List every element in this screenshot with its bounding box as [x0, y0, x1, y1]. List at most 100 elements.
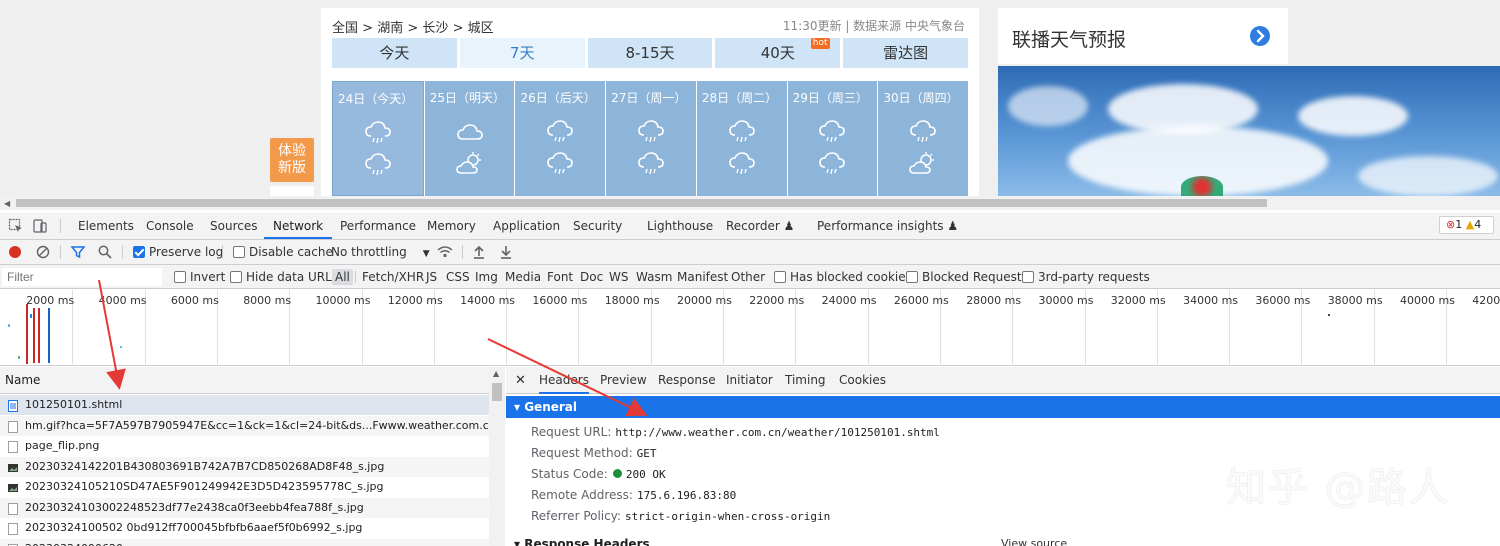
checkbox-unchecked[interactable]: [774, 271, 786, 283]
filter-type-ws[interactable]: WS: [609, 269, 628, 285]
filter-input[interactable]: [2, 268, 162, 286]
breadcrumb-separator: >: [452, 21, 464, 36]
request-row[interactable]: 20230324142201B430803691B742A7B7CD850268…: [0, 456, 489, 477]
tab-network[interactable]: Network: [264, 213, 333, 239]
forecast-day-7[interactable]: 30日（周四）: [878, 81, 969, 196]
checkbox-unchecked[interactable]: [1022, 271, 1034, 283]
third-party-requests-checkbox[interactable]: 3rd-party requests: [1022, 269, 1150, 285]
tab-application[interactable]: Application: [493, 213, 560, 239]
network-overview-timeline[interactable]: 2000 ms 4000 ms 6000 ms 8000 ms 10000 ms 1200…: [0, 290, 1500, 366]
throttling-select[interactable]: No throttling ▼: [331, 244, 430, 262]
breadcrumb-item-changsha[interactable]: 长沙: [422, 21, 448, 36]
search-icon[interactable]: [97, 244, 113, 263]
clear-icon[interactable]: [36, 245, 50, 262]
tab-today[interactable]: 今天: [332, 38, 457, 68]
name-column-header[interactable]: Name: [0, 367, 489, 394]
request-row[interactable]: 20230324090620: [0, 538, 489, 546]
request-row[interactable]: 20230324103002248523df77e2438ca0f3eebb4f…: [0, 497, 489, 518]
tab-performance[interactable]: Performance: [340, 213, 416, 239]
breadcrumb-item-national[interactable]: 全国: [332, 21, 358, 36]
forecast-day-5[interactable]: 28日（周二）: [696, 81, 787, 196]
blocked-requests-checkbox[interactable]: Blocked Requests: [906, 269, 1028, 285]
has-blocked-cookies-checkbox[interactable]: Has blocked cookies: [774, 269, 912, 285]
filter-type-css[interactable]: CSS: [446, 269, 470, 285]
request-row[interactable]: page_flip.png: [0, 436, 489, 456]
tab-preview[interactable]: Preview: [600, 367, 647, 394]
forecast-day-4[interactable]: 27日（周一）: [606, 81, 696, 196]
forecast-day-1[interactable]: 24日（今天）: [332, 81, 424, 196]
tab-8-15-days[interactable]: 8-15天: [587, 38, 713, 68]
request-row[interactable]: 101250101.shtml: [0, 395, 489, 415]
tab-elements[interactable]: Elements: [78, 213, 134, 239]
forecast-day-3[interactable]: 26日（后天）: [515, 81, 606, 196]
tab-sources[interactable]: Sources: [210, 213, 257, 239]
issues-counter[interactable]: ⊗1 ▲4: [1439, 216, 1494, 234]
filter-type-doc[interactable]: Doc: [580, 269, 603, 285]
invert-checkbox[interactable]: Invert: [174, 269, 225, 285]
checkbox-unchecked[interactable]: [233, 246, 245, 258]
filter-type-wasm[interactable]: Wasm: [636, 269, 672, 285]
forecast-day-6[interactable]: 29日（周三）: [787, 81, 878, 196]
tab-radar[interactable]: 雷达图: [843, 38, 968, 68]
tab-lighthouse[interactable]: Lighthouse: [647, 213, 713, 239]
tab-console[interactable]: Console: [146, 213, 194, 239]
preserve-log-checkbox[interactable]: Preserve log: [133, 244, 223, 260]
filter-type-manifest[interactable]: Manifest: [677, 269, 728, 285]
hot-badge: hot: [810, 38, 830, 49]
request-row[interactable]: 20230324105210SD47AE5F901249942E3D5D4235…: [0, 477, 489, 497]
device-toolbar-icon[interactable]: [32, 218, 48, 237]
timeline-request-mark: [120, 346, 122, 348]
filter-type-js[interactable]: JS: [426, 269, 437, 285]
forecast-day-2[interactable]: 25日（明天）: [424, 81, 515, 196]
request-list-scrollbar[interactable]: ▲: [489, 367, 505, 546]
filter-type-font[interactable]: Font: [547, 269, 573, 285]
checkbox-checked[interactable]: [133, 246, 145, 258]
filter-type-other[interactable]: Other: [731, 269, 765, 285]
filter-icon[interactable]: [70, 244, 86, 263]
checkbox-unchecked[interactable]: [906, 271, 918, 283]
filter-type-media[interactable]: Media: [505, 269, 541, 285]
disable-cache-checkbox[interactable]: Disable cache: [233, 244, 333, 260]
sky-video-thumbnail[interactable]: [998, 66, 1500, 196]
breadcrumb-item-hunan[interactable]: 湖南: [377, 21, 403, 36]
error-count: 1: [1455, 218, 1463, 231]
timeline-tick-label: 16000 ms: [532, 294, 588, 307]
tab-timing[interactable]: Timing: [785, 367, 826, 394]
tab-recorder[interactable]: Recorder ♟: [726, 213, 794, 239]
view-source-link[interactable]: View source: [1001, 537, 1067, 546]
checkbox-unchecked[interactable]: [174, 271, 186, 283]
close-icon[interactable]: ✕: [515, 367, 526, 394]
request-row[interactable]: hm.gif?hca=5F7A597B7905947E&cc=1&ck=1&cl…: [0, 415, 489, 436]
record-icon[interactable]: [9, 246, 21, 258]
tab-initiator[interactable]: Initiator: [726, 367, 773, 394]
timeline-tick-label: 42000: [1472, 294, 1500, 307]
rain-cloud-icon: [817, 119, 847, 148]
request-row[interactable]: 20230324100502 0bd912ff700045bfbfb6aaef5…: [0, 518, 489, 538]
filter-type-img[interactable]: Img: [475, 269, 498, 285]
tab-security[interactable]: Security: [573, 213, 622, 239]
general-section-header[interactable]: ▾ General: [506, 396, 1500, 418]
chevron-right-icon[interactable]: [1250, 26, 1270, 46]
tab-cookies[interactable]: Cookies: [839, 367, 886, 394]
hide-data-urls-checkbox[interactable]: Hide data URLs: [230, 269, 338, 285]
inspect-element-icon[interactable]: [8, 218, 24, 237]
try-new-version-button[interactable]: 体验 新版: [270, 138, 314, 182]
scroll-up-arrow-icon[interactable]: ▲: [493, 369, 499, 378]
filter-type-fetch-xhr[interactable]: Fetch/XHR: [362, 269, 424, 285]
scroll-left-arrow-icon[interactable]: ◀: [4, 199, 10, 208]
tab-response[interactable]: Response: [658, 367, 716, 394]
export-har-icon[interactable]: [499, 244, 513, 263]
page-horizontal-scrollbar[interactable]: ◀: [0, 196, 1500, 210]
network-conditions-icon[interactable]: [436, 244, 454, 263]
import-har-icon[interactable]: [472, 244, 486, 263]
checkbox-unchecked[interactable]: [230, 271, 242, 283]
scrollbar-thumb[interactable]: [492, 383, 502, 401]
filter-type-all[interactable]: All: [332, 269, 353, 285]
tab-40-days[interactable]: 40天 hot: [715, 38, 841, 68]
tab-performance-insights[interactable]: Performance insights ♟: [817, 213, 958, 239]
tab-7-days[interactable]: 7天: [459, 38, 585, 68]
tab-memory[interactable]: Memory: [427, 213, 476, 239]
scrollbar-thumb[interactable]: [16, 199, 1267, 207]
broadcast-forecast-card[interactable]: 联播天气预报: [998, 8, 1288, 64]
tab-headers[interactable]: Headers: [539, 367, 589, 394]
